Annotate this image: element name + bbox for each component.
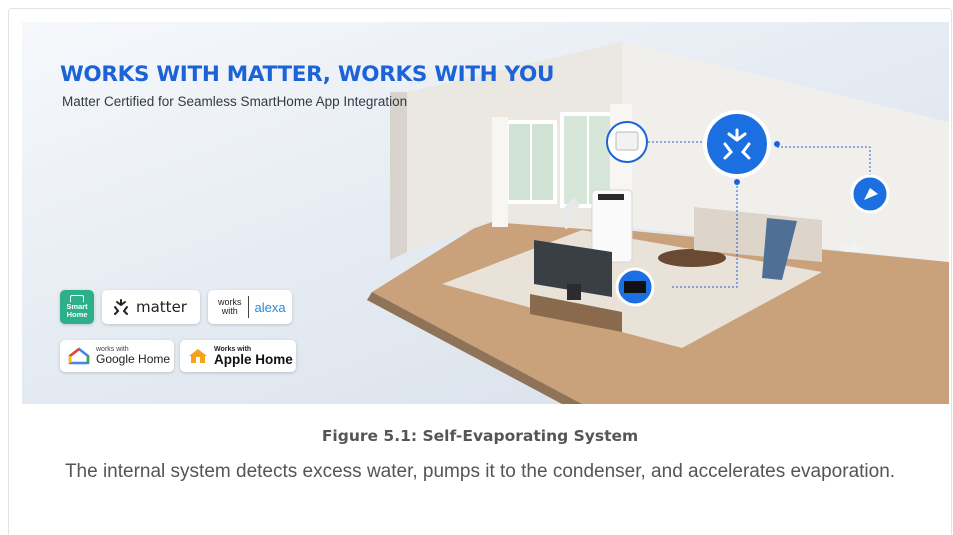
divider [247, 296, 249, 318]
alexa-label: alexa [254, 299, 286, 315]
matter-hub-icon [703, 110, 771, 178]
connection-dot [734, 179, 740, 185]
banner-headline: WORKS WITH MATTER, WORKS WITH YOU [60, 62, 555, 87]
ac-thumbnail-icon [615, 131, 639, 151]
google-home-icon [68, 347, 90, 365]
ac-control-panel [598, 194, 624, 200]
left-wall-edge [390, 92, 407, 260]
google-home-badge: works with Google Home [60, 340, 174, 372]
apple-home-icon [189, 349, 207, 363]
apple-home-badge: Works with Apple Home [180, 340, 296, 372]
alexa-works-with: works with [218, 298, 242, 316]
tv-base [567, 284, 581, 300]
google-home-label: Google Home [96, 352, 171, 366]
matter-icon [114, 299, 128, 315]
alexa-badge: works with alexa [208, 290, 292, 324]
apple-home-label: Apple Home [214, 351, 293, 367]
banner-subline: Matter Certified for Seamless SmartHome … [62, 94, 408, 109]
matter-badge: matter [102, 290, 200, 324]
curtain-left [492, 117, 508, 227]
connection-dot [774, 141, 780, 147]
product-banner-image: WORKS WITH MATTER, WORKS WITH YOU Matter… [22, 22, 949, 404]
smart-home-line2: Home [66, 310, 88, 319]
figure-description: The internal system detects excess water… [64, 461, 896, 482]
google-home-text: works with Google Home [96, 346, 170, 366]
lamp-pole [848, 222, 851, 246]
apple-home-text: Works with Apple Home [214, 346, 293, 367]
figure-caption: Figure 5.1: Self-Evaporating System [321, 427, 639, 445]
alexa-works-line2: with [221, 306, 238, 316]
smart-home-badge: Smart Home [60, 290, 94, 324]
home-icon [70, 295, 84, 302]
matter-label: matter [136, 298, 187, 316]
tv-icon [624, 281, 646, 293]
